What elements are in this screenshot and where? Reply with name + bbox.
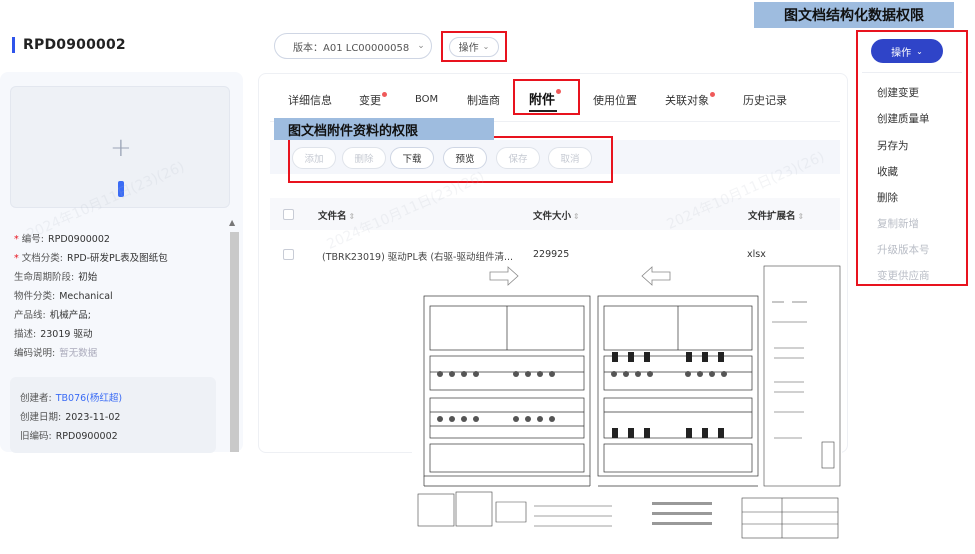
meta-field-value: RPD0900002 bbox=[55, 431, 118, 442]
cad-drawing-preview bbox=[412, 262, 842, 550]
page-title: RPD0900002 bbox=[12, 36, 126, 54]
tab-item[interactable]: 制造商 bbox=[467, 92, 500, 108]
tab-item[interactable]: 详细信息 bbox=[288, 92, 332, 108]
menu-item[interactable]: 创建质量单 bbox=[877, 111, 930, 126]
chevron-down-icon: ⌄ bbox=[482, 42, 490, 51]
info-field-label: 文档分类: bbox=[21, 253, 63, 264]
meta-field-label: 创建者: bbox=[20, 393, 52, 404]
toolbar-highlight-box bbox=[288, 136, 613, 183]
info-field-value: 初始 bbox=[78, 272, 98, 283]
menu-item[interactable]: 升级版本号 bbox=[877, 242, 930, 257]
info-field: 产品线: 机械产品; bbox=[14, 307, 91, 321]
title-accent-bar bbox=[12, 37, 15, 53]
tab-item[interactable]: 关联对象 bbox=[665, 92, 715, 108]
version-select[interactable]: 版本：A01 LC00000058 ⌄ bbox=[274, 33, 432, 59]
info-field: 描述: 23019 驱动 bbox=[14, 326, 92, 340]
ops-dropdown-button[interactable]: 操作 ⌄ bbox=[449, 36, 499, 57]
tab-label: 历史记录 bbox=[743, 94, 787, 107]
info-field-label: 编号: bbox=[21, 234, 44, 245]
info-field-label: 产品线: bbox=[14, 310, 46, 321]
meta-field-label: 旧编码: bbox=[20, 431, 52, 442]
info-field: 编码说明: 暂无数据 bbox=[14, 345, 97, 359]
active-tab-underline bbox=[529, 110, 557, 112]
meta-field: 创建者: TB076(杨红超) bbox=[20, 390, 122, 404]
scroll-up-icon[interactable]: ▲ bbox=[229, 218, 235, 227]
meta-field: 旧编码: RPD0900002 bbox=[20, 428, 118, 442]
scrollbar-thumb[interactable] bbox=[230, 232, 239, 452]
file-size-cell: 229925 bbox=[533, 249, 570, 260]
menu-item[interactable]: 收藏 bbox=[877, 164, 898, 179]
menu-item[interactable]: 变更供应商 bbox=[877, 268, 930, 283]
left-panel-scrollbar[interactable]: ▲ bbox=[228, 218, 240, 452]
info-field: * 文档分类: RPD-研发PL表及图纸包 bbox=[14, 250, 168, 264]
plus-icon[interactable]: + bbox=[110, 135, 132, 161]
sort-icon[interactable]: ⇕ bbox=[573, 212, 580, 221]
tab-item[interactable]: 变更 bbox=[359, 92, 387, 108]
column-header[interactable]: 文件扩展名 ⇕ bbox=[748, 208, 804, 222]
ops-primary-button-label: 操作 bbox=[891, 47, 912, 59]
tab-label: 详细信息 bbox=[288, 94, 332, 107]
meta-field: 创建日期: 2023-11-02 bbox=[20, 409, 120, 423]
ops-primary-button[interactable]: 操作 ⌄ bbox=[871, 39, 943, 63]
menu-item[interactable]: 另存为 bbox=[877, 138, 909, 153]
required-mark: * bbox=[14, 253, 22, 264]
info-field-value: RPD0900002 bbox=[47, 234, 110, 245]
tab-item[interactable]: 历史记录 bbox=[743, 92, 787, 108]
info-field-label: 生命周期阶段: bbox=[14, 272, 75, 283]
column-header[interactable]: 文件大小 ⇕ bbox=[533, 208, 580, 222]
upload-progress-indicator bbox=[118, 181, 124, 197]
info-field-label: 物件分类: bbox=[14, 291, 56, 302]
version-select-label: 版本：A01 LC00000058 bbox=[293, 42, 410, 54]
menu-item[interactable]: 创建变更 bbox=[877, 85, 919, 100]
required-mark: * bbox=[14, 234, 22, 245]
annotation-struct-data-permission: 图文档结构化数据权限 bbox=[754, 2, 954, 28]
tab-label: 变更 bbox=[359, 94, 381, 107]
column-header-label: 文件名 bbox=[318, 211, 347, 222]
info-field-value: 23019 驱动 bbox=[40, 329, 93, 340]
sort-icon[interactable]: ⇕ bbox=[349, 212, 356, 221]
tab-dot bbox=[382, 92, 387, 97]
row-checkbox[interactable] bbox=[283, 249, 294, 260]
info-field-value: 暂无数据 bbox=[59, 348, 98, 359]
chevron-down-icon: ⌄ bbox=[417, 41, 425, 51]
menu-divider bbox=[862, 72, 962, 73]
info-field-value: 机械产品; bbox=[49, 310, 91, 321]
tab-item[interactable]: 使用位置 bbox=[593, 92, 637, 108]
info-field-value: RPD-研发PL表及图纸包 bbox=[66, 253, 168, 264]
meta-field-value[interactable]: TB076(杨红超) bbox=[56, 393, 122, 404]
column-header-label: 文件大小 bbox=[533, 211, 572, 222]
tab-label: 使用位置 bbox=[593, 94, 637, 107]
annotation-attachment-permission: 图文档附件资料的权限 bbox=[274, 118, 494, 140]
tab-label: BOM bbox=[415, 94, 439, 105]
ops-highlight-box: 操作 ⌄ bbox=[441, 31, 507, 62]
info-field-label: 描述: bbox=[14, 329, 37, 340]
select-all-checkbox[interactable] bbox=[283, 209, 294, 220]
column-header[interactable]: 文件名 ⇕ bbox=[318, 208, 355, 222]
file-ext-cell: xlsx bbox=[747, 249, 766, 260]
tab-item[interactable]: BOM bbox=[415, 92, 438, 105]
info-field-value: Mechanical bbox=[59, 291, 113, 302]
ops-button-label: 操作 bbox=[458, 43, 479, 54]
info-field-label: 编码说明: bbox=[14, 348, 56, 359]
column-header-label: 文件扩展名 bbox=[748, 211, 796, 222]
chevron-down-icon: ⌄ bbox=[916, 46, 923, 56]
menu-item[interactable]: 删除 bbox=[877, 190, 898, 205]
info-field: 物件分类: Mechanical bbox=[14, 288, 113, 302]
meta-field-value: 2023-11-02 bbox=[65, 412, 121, 423]
menu-item[interactable]: 复制新增 bbox=[877, 216, 919, 231]
doc-code-title: RPD0900002 bbox=[23, 37, 126, 53]
info-field: * 编号: RPD0900002 bbox=[14, 231, 110, 245]
tab-dot bbox=[710, 92, 715, 97]
info-field: 生命周期阶段: 初始 bbox=[14, 269, 97, 283]
sort-icon[interactable]: ⇕ bbox=[798, 212, 805, 221]
meta-field-label: 创建日期: bbox=[20, 412, 62, 423]
file-name-cell[interactable]: (TBRK23019) 驱动PL表 (右驱-驱动组件清... bbox=[322, 249, 513, 263]
tab-label: 制造商 bbox=[467, 94, 500, 107]
tab-label: 关联对象 bbox=[665, 94, 709, 107]
